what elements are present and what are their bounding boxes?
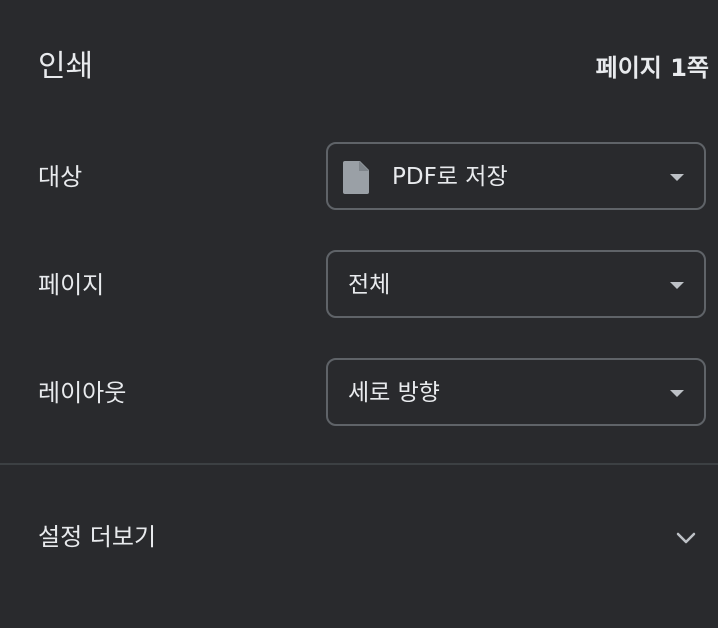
destination-select[interactable]: PDF로 저장 <box>326 142 706 210</box>
dropdown-arrow-icon <box>670 174 684 181</box>
pages-value: 전체 <box>348 272 391 298</box>
pages-select[interactable]: 전체 <box>326 250 706 318</box>
section-divider <box>0 463 718 465</box>
dropdown-arrow-icon <box>670 282 684 289</box>
layout-row: 레이아웃 세로 방향 <box>0 358 718 430</box>
page-count: 페이지 1쪽 <box>595 54 709 82</box>
more-settings-label: 설정 더보기 <box>38 523 157 551</box>
page-title: 인쇄 <box>38 49 94 84</box>
print-settings-panel: 인쇄 페이지 1쪽 대상 PDF로 저장 페이지 전체 레이아웃 세로 방향 설… <box>0 0 718 628</box>
more-settings-toggle[interactable]: 설정 더보기 <box>0 500 718 576</box>
layout-select[interactable]: 세로 방향 <box>326 358 706 426</box>
file-icon <box>343 161 369 194</box>
destination-row: 대상 PDF로 저장 <box>0 142 718 214</box>
pages-label: 페이지 <box>38 271 105 299</box>
pages-row: 페이지 전체 <box>0 250 718 322</box>
print-header: 인쇄 페이지 1쪽 <box>0 0 718 130</box>
dropdown-arrow-icon <box>670 390 684 397</box>
destination-label: 대상 <box>38 163 83 191</box>
chevron-down-icon <box>676 532 696 544</box>
layout-label: 레이아웃 <box>38 379 127 407</box>
layout-value: 세로 방향 <box>348 380 440 406</box>
destination-value: PDF로 저장 <box>392 164 508 190</box>
